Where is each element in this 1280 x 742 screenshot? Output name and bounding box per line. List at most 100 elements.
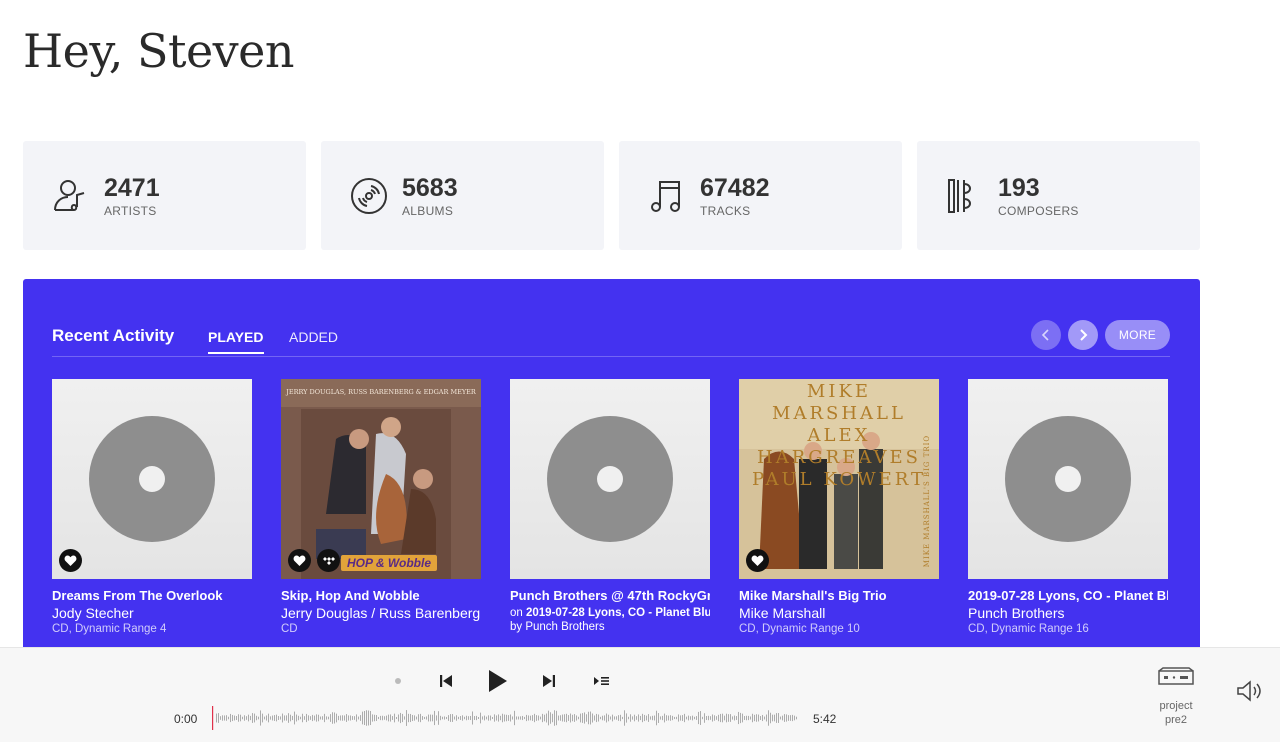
play-button[interactable]	[484, 666, 510, 696]
waveform-bar	[432, 714, 433, 722]
waveform-bar	[620, 714, 621, 722]
waveform-bar	[722, 713, 723, 723]
card-title[interactable]: Punch Brothers @ 47th RockyGrass	[510, 588, 710, 603]
waveform-bar	[344, 715, 345, 721]
card-artist[interactable]: Mike Marshall	[739, 605, 939, 621]
waveform-bar	[564, 714, 565, 722]
previous-button[interactable]	[436, 666, 456, 696]
tab-played[interactable]: PLAYED	[208, 329, 264, 354]
composer-icon	[944, 175, 986, 217]
album-card[interactable]: Dreams From The Overlook Jody Stecher CD…	[52, 379, 252, 635]
waveform-bar	[778, 713, 779, 723]
waveform-bar	[586, 714, 587, 722]
album-cover[interactable]: MIKE MARSHALL ALEX HARGREAVES PAUL KOWER…	[739, 379, 939, 579]
stat-artists[interactable]: 2471 ARTISTS	[23, 141, 306, 250]
playhead[interactable]	[212, 706, 214, 730]
waveform-bar	[786, 714, 787, 722]
album-cover[interactable]	[968, 379, 1168, 579]
output-device-button[interactable]: project pre2	[1152, 666, 1200, 727]
waveform-bar	[290, 714, 291, 722]
waveform-bar	[442, 716, 443, 720]
waveform-bar	[358, 716, 359, 720]
waveform-bar	[354, 716, 355, 720]
album-artwork	[281, 379, 481, 579]
waveform-bar	[582, 713, 583, 723]
volume-icon	[1237, 680, 1261, 702]
card-venue-prefix: on	[510, 607, 526, 619]
recent-activity-title: Recent Activity	[52, 326, 175, 345]
waveform-bar	[236, 716, 237, 720]
stat-composers[interactable]: 193 COMPOSERS	[917, 141, 1200, 250]
waveform-bar	[278, 716, 279, 720]
waveform-bar	[706, 716, 707, 720]
tab-added[interactable]: ADDED	[289, 329, 338, 345]
tidal-icon[interactable]	[317, 549, 340, 572]
card-meta: CD, Dynamic Range 10	[739, 623, 860, 635]
waveform-bar	[640, 715, 641, 721]
waveform-bar	[528, 715, 529, 721]
waveform-bar	[768, 710, 769, 726]
album-card[interactable]: MIKE MARSHALL ALEX HARGREAVES PAUL KOWER…	[739, 379, 939, 635]
waveform-bar	[530, 715, 531, 721]
card-artist[interactable]: Punch Brothers	[968, 605, 1168, 621]
waveform-bar	[500, 715, 501, 721]
waveform-bar	[374, 714, 375, 722]
waveform-bar	[578, 716, 579, 720]
carousel-prev-button[interactable]	[1031, 320, 1061, 350]
performance-card[interactable]: Punch Brothers @ 47th RockyGrass on 2019…	[510, 379, 710, 635]
waveform-bar	[414, 715, 415, 721]
queue-button[interactable]	[591, 666, 611, 696]
cover-credit-text: JERRY DOUGLAS, RUSS BARENBERG & EDGAR ME…	[286, 388, 476, 396]
card-venue[interactable]: on 2019-07-28 Lyons, CO - Planet Bluegra…	[510, 607, 710, 619]
next-button[interactable]	[539, 666, 559, 696]
waveform-bar	[304, 716, 305, 720]
waveform-bar	[638, 714, 639, 722]
stat-tracks[interactable]: 67482 TRACKS	[619, 141, 902, 250]
waveform-bar	[494, 714, 495, 722]
waveform-bar	[758, 714, 759, 722]
album-card[interactable]: 2019-07-28 Lyons, CO - Planet Bluegrass …	[968, 379, 1168, 635]
waveform-bar	[516, 716, 517, 720]
heart-icon[interactable]	[288, 549, 311, 572]
waveform-bar	[590, 711, 591, 725]
cover-line: ALEX HARGREAVES	[757, 425, 921, 468]
album-cover[interactable]: JERRY DOUGLAS, RUSS BARENBERG & EDGAR ME…	[281, 379, 481, 579]
waveform-bar	[532, 715, 533, 721]
waveform-bar	[422, 716, 423, 720]
volume-button[interactable]	[1235, 676, 1265, 706]
card-title[interactable]: Dreams From The Overlook	[52, 588, 252, 603]
album-cover[interactable]	[510, 379, 710, 579]
waveform-bar	[270, 716, 271, 720]
disc-placeholder-icon	[547, 416, 673, 542]
waveform-bar	[762, 714, 763, 722]
card-artist[interactable]: Jody Stecher	[52, 605, 252, 621]
waveform-bar	[318, 714, 319, 722]
waveform-bar	[482, 716, 483, 720]
card-title[interactable]: Skip, Hop And Wobble	[281, 588, 481, 603]
heart-icon[interactable]	[746, 549, 769, 572]
heart-icon[interactable]	[59, 549, 82, 572]
waveform-bar	[732, 716, 733, 720]
album-cover[interactable]	[52, 379, 252, 579]
waveform-bar	[502, 713, 503, 723]
waveform-bar	[796, 716, 797, 720]
dot-icon[interactable]	[392, 666, 404, 696]
waveform-bar	[656, 710, 657, 726]
stat-albums[interactable]: 5683 ALBUMS	[321, 141, 604, 250]
waveform-bar	[448, 715, 449, 721]
card-artist[interactable]: Jerry Douglas / Russ Barenberg / Edgar M…	[281, 605, 481, 621]
card-title[interactable]: Mike Marshall's Big Trio	[739, 588, 939, 603]
carousel-next-button[interactable]	[1068, 320, 1098, 350]
waveform-bar	[718, 714, 719, 722]
waveform-bar	[650, 716, 651, 720]
waveform-bar	[644, 714, 645, 722]
waveform-seekbar[interactable]	[212, 706, 800, 730]
waveform-bar	[312, 714, 313, 722]
album-card[interactable]: JERRY DOUGLAS, RUSS BARENBERG & EDGAR ME…	[281, 379, 481, 635]
waveform-bar	[708, 715, 709, 721]
more-button[interactable]: MORE	[1105, 320, 1170, 350]
card-title[interactable]: 2019-07-28 Lyons, CO - Planet Bluegrass	[968, 588, 1168, 603]
waveform-bar	[540, 716, 541, 720]
cover-line: PAUL KOWERT	[752, 469, 926, 490]
waveform-bar	[576, 715, 577, 721]
